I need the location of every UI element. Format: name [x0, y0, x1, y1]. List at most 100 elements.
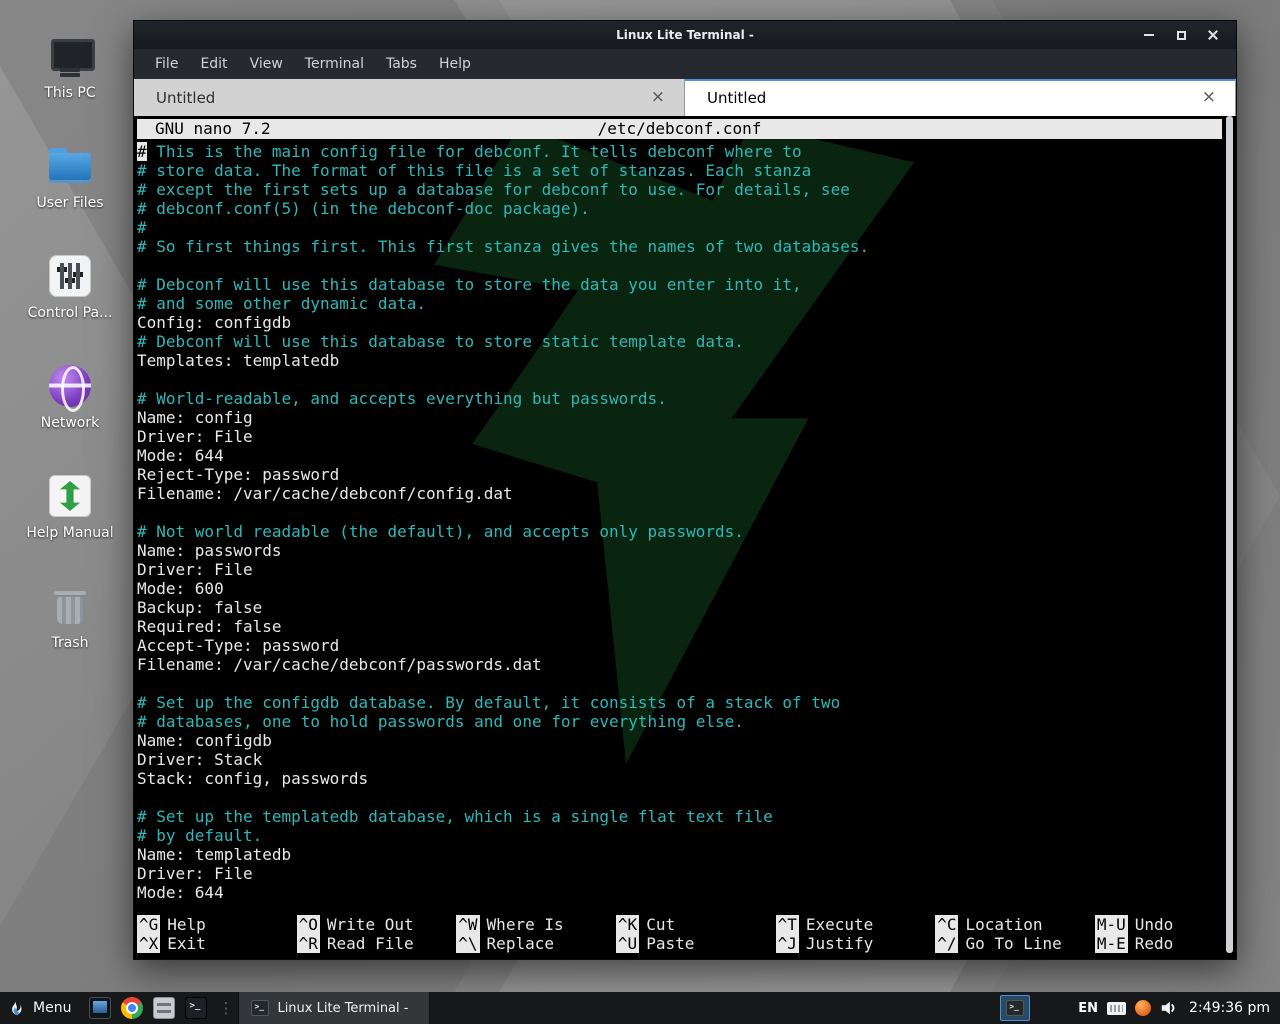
terminal-line	[137, 503, 1236, 522]
terminal-icon	[251, 1000, 269, 1016]
taskbar-window-button[interactable]: Linux Lite Terminal -	[238, 992, 430, 1024]
terminal-line: # Set up the configdb database. By defau…	[137, 693, 1236, 712]
desktop-icon-label: Network	[41, 416, 99, 431]
desktop-icon-this-pc[interactable]: This PC	[22, 22, 118, 132]
nano-titlebar: GNU nano 7.2 /etc/debconf.conf	[137, 119, 1222, 139]
desktop-icon-help-manual[interactable]: Help Manual	[22, 462, 118, 572]
keyboard-layout-indicator[interactable]: EN	[1078, 1001, 1098, 1016]
shortcut-label: Justify	[806, 934, 873, 953]
shortcut-key: ^O	[297, 915, 320, 934]
display-settings-icon[interactable]	[89, 997, 111, 1019]
terminal-line: # Set up the templatedb database, which …	[137, 807, 1236, 826]
nano-shortcut[interactable]: M-UUndo	[1095, 915, 1236, 934]
menu-item-terminal[interactable]: Terminal	[294, 52, 375, 76]
chrome-browser-icon[interactable]	[121, 997, 143, 1019]
menu-item-view[interactable]: View	[239, 52, 294, 76]
desktop-icon-user-files[interactable]: User Files	[22, 132, 118, 242]
folder-icon	[46, 142, 94, 190]
nano-shortcut[interactable]: ^W Where Is	[456, 915, 606, 934]
shortcut-key: M-E	[1095, 934, 1128, 953]
window-titlebar[interactable]: Linux Lite Terminal -	[134, 21, 1236, 49]
nano-shortcut[interactable]: ^X Exit	[137, 934, 287, 953]
notification-icon[interactable]	[1135, 1000, 1151, 1016]
terminal-content[interactable]: GNU nano 7.2 /etc/debconf.conf # This is…	[134, 116, 1236, 959]
terminal-line	[137, 788, 1236, 807]
clock[interactable]: 2:49:36 pm	[1187, 1000, 1270, 1016]
nano-shortcut[interactable]: M-E Redo	[1095, 934, 1236, 953]
terminal-line: # except the first sets up a database fo…	[137, 180, 1236, 199]
shortcut-label: Redo	[1135, 934, 1174, 953]
nano-shortcut[interactable]: ^/Go To Line	[935, 934, 1085, 953]
terminal-line: Filename: /var/cache/debconf/passwords.d…	[137, 655, 1236, 674]
file-manager-icon[interactable]	[153, 997, 175, 1019]
network-icon	[46, 362, 94, 410]
start-menu-button[interactable]: Menu	[0, 992, 83, 1024]
control-icon	[46, 252, 94, 300]
terminal-line	[137, 370, 1236, 389]
menu-item-help[interactable]: Help	[428, 52, 482, 76]
terminal-line: Templates: templatedb	[137, 351, 1236, 370]
tab-close-icon[interactable]: ×	[646, 87, 670, 108]
shortcut-label: Exit	[167, 934, 206, 953]
desktop-icon-label: Trash	[52, 636, 89, 651]
close-icon	[1207, 29, 1219, 41]
shortcut-key: M-U	[1095, 915, 1128, 934]
tabbar: Untitled × Untitled ×	[134, 79, 1236, 116]
linuxlite-logo-icon	[8, 999, 26, 1017]
shortcut-label: Write Out	[327, 915, 414, 934]
terminal-line: Backup: false	[137, 598, 1236, 617]
keyboard-icon[interactable]	[1107, 1002, 1126, 1015]
menu-item-edit[interactable]: Edit	[189, 52, 238, 76]
terminal-line: Reject-Type: password	[137, 465, 1236, 484]
maximize-button[interactable]	[1168, 24, 1194, 46]
desktop-icon-network[interactable]: Network	[22, 352, 118, 462]
nano-shortcut[interactable]: ^KCut	[616, 915, 766, 934]
nano-shortcut[interactable]: ^JJustify	[776, 934, 926, 953]
terminal-scrollbar[interactable]	[1226, 116, 1233, 953]
minimize-icon	[1144, 34, 1154, 36]
desktop-icon-label: User Files	[36, 196, 103, 211]
nano-shortcut[interactable]: ^\Replace	[456, 934, 606, 953]
tray-terminal-indicator[interactable]	[1000, 995, 1030, 1021]
terminal-line: Name: config	[137, 408, 1236, 427]
shortcut-key: ^U	[616, 934, 639, 953]
desktop-icon-trash[interactable]: Trash	[22, 572, 118, 682]
nano-shortcut[interactable]: ^GHelp	[137, 915, 287, 934]
terminal-line: Required: false	[137, 617, 1236, 636]
taskbar-separator: ⋮	[213, 999, 238, 1017]
close-button[interactable]	[1200, 24, 1226, 46]
tab-label: Untitled	[148, 89, 646, 107]
shortcuts-row2: ^X Exit ^RRead File ^\Replace ^UPaste ^JJ…	[137, 934, 1236, 953]
terminal-line: Driver: File	[137, 864, 1236, 883]
window-controls	[1136, 24, 1236, 46]
shortcut-label: Replace	[487, 934, 554, 953]
nano-shortcut[interactable]: ^TExecute	[776, 915, 926, 934]
editor-text: # This is the main config file for debco…	[137, 142, 1236, 902]
shortcut-key: ^W	[456, 915, 479, 934]
nano-shortcut[interactable]: ^O Write Out	[297, 915, 447, 934]
menu-label: Menu	[33, 1000, 71, 1016]
terminal-launcher-icon[interactable]	[185, 997, 207, 1019]
nano-shortcut[interactable]: ^RRead File	[297, 934, 447, 953]
tab-1[interactable]: Untitled ×	[134, 79, 685, 116]
shortcut-label: Help	[167, 915, 206, 934]
nano-shortcut[interactable]: ^UPaste	[616, 934, 766, 953]
terminal-line: # and some other dynamic data.	[137, 294, 1236, 313]
menu-item-tabs[interactable]: Tabs	[375, 52, 428, 76]
terminal-line: Stack: config, passwords	[137, 769, 1236, 788]
desktop-icon-control-pa[interactable]: Control Pa...	[22, 242, 118, 352]
nano-shortcut[interactable]: ^CLocation	[935, 915, 1085, 934]
terminal-line: #	[137, 218, 1236, 237]
shortcut-key: ^X	[137, 934, 160, 953]
tab-close-icon[interactable]: ×	[1197, 87, 1221, 108]
computer-icon	[46, 32, 94, 80]
minimize-button[interactable]	[1136, 24, 1162, 46]
volume-icon[interactable]	[1160, 999, 1178, 1017]
terminal-line: # Debconf will use this database to stor…	[137, 332, 1236, 351]
terminal-window: Linux Lite Terminal - File Edit View Ter…	[133, 20, 1237, 960]
tab-2[interactable]: Untitled ×	[685, 79, 1236, 116]
menu-item-file[interactable]: File	[144, 52, 189, 76]
terminal-line: # So first things first. This first stan…	[137, 237, 1236, 256]
terminal-line	[137, 256, 1236, 275]
shortcut-label: Where Is	[487, 915, 564, 934]
